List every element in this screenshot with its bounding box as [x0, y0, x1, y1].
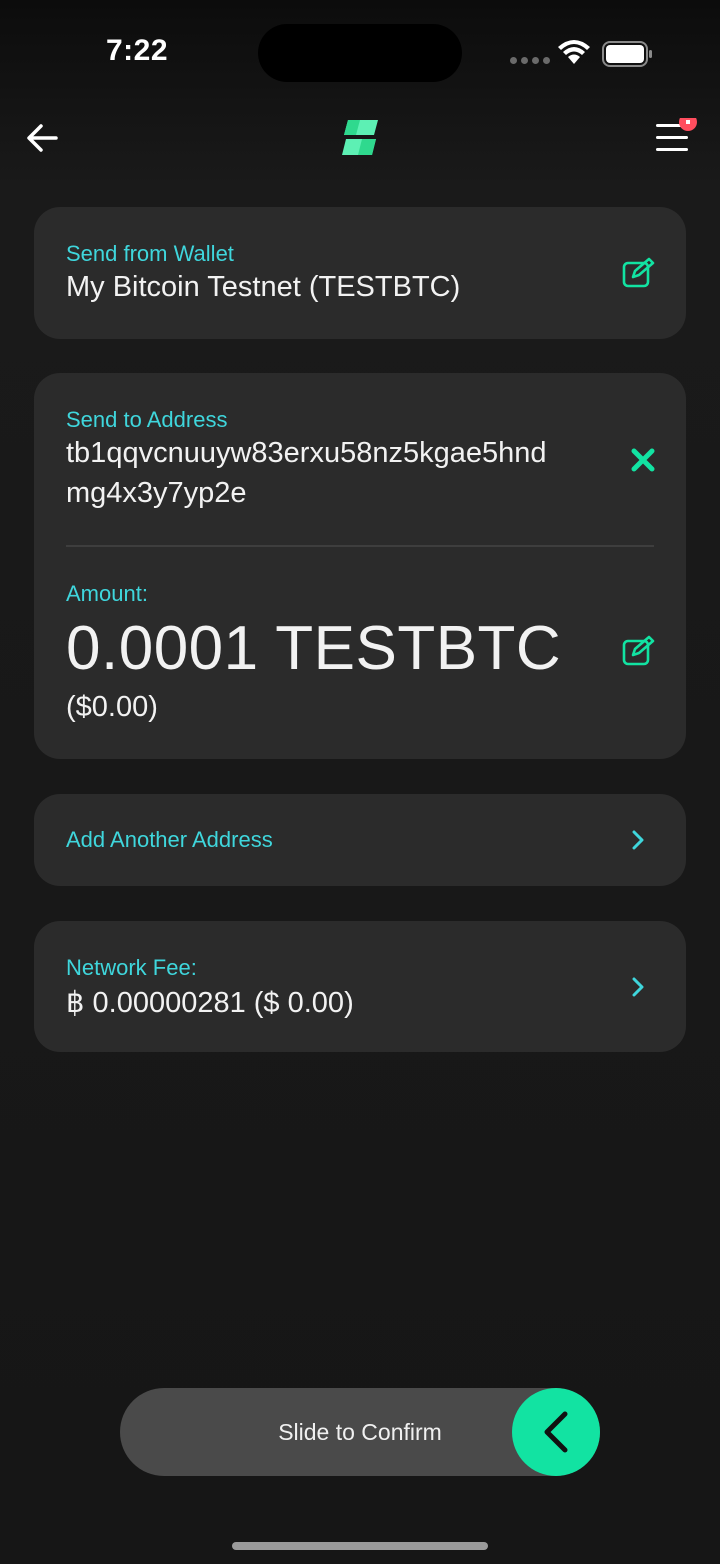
- wallet-value: My Bitcoin Testnet (TESTBTC): [66, 271, 461, 303]
- recipient-card: Send to Address tb1qqvcnuuyw83erxu58nz5k…: [34, 373, 686, 759]
- wifi-icon: [558, 40, 590, 64]
- dynamic-island: [258, 24, 462, 82]
- clear-address-icon[interactable]: [630, 447, 656, 473]
- wallet-card[interactable]: Send from Wallet My Bitcoin Testnet (TES…: [34, 207, 686, 339]
- battery-icon: [602, 41, 652, 67]
- chevron-right-icon: [632, 830, 644, 850]
- fee-value: ฿ 0.00000281 ($ 0.00): [66, 987, 354, 1019]
- menu-icon[interactable]: [654, 118, 702, 158]
- status-time: 7:22: [106, 34, 169, 67]
- amount-value: 0.0001 TESTBTC: [66, 614, 562, 683]
- notification-badge: [679, 118, 697, 131]
- address-line-1: tb1qqvcnuuyw83erxu58nz5kgae5hnd: [66, 437, 547, 469]
- add-address-button[interactable]: Add Another Address: [34, 794, 686, 886]
- amount-label: Amount:: [66, 581, 148, 606]
- fee-label: Network Fee:: [66, 955, 197, 980]
- edit-wallet-icon[interactable]: [622, 257, 656, 289]
- edit-amount-icon[interactable]: [622, 635, 656, 667]
- divider: [66, 545, 654, 547]
- home-indicator: [232, 1542, 488, 1550]
- address-line-2: mg4x3y7yp2e: [66, 477, 247, 509]
- app-logo-icon: [342, 120, 378, 155]
- back-arrow-icon[interactable]: [24, 118, 60, 158]
- amount-fiat: ($0.00): [66, 691, 158, 723]
- chevron-left-icon: [544, 1411, 568, 1453]
- address-label: Send to Address: [66, 407, 228, 432]
- slide-to-confirm[interactable]: Slide to Confirm: [120, 1388, 600, 1476]
- network-fee-button[interactable]: Network Fee: ฿ 0.00000281 ($ 0.00): [34, 921, 686, 1052]
- chevron-right-icon: [632, 977, 644, 997]
- signal-icon: [510, 57, 550, 64]
- wallet-label: Send from Wallet: [66, 241, 234, 266]
- add-address-label: Add Another Address: [66, 827, 273, 852]
- slider-handle[interactable]: [512, 1388, 600, 1476]
